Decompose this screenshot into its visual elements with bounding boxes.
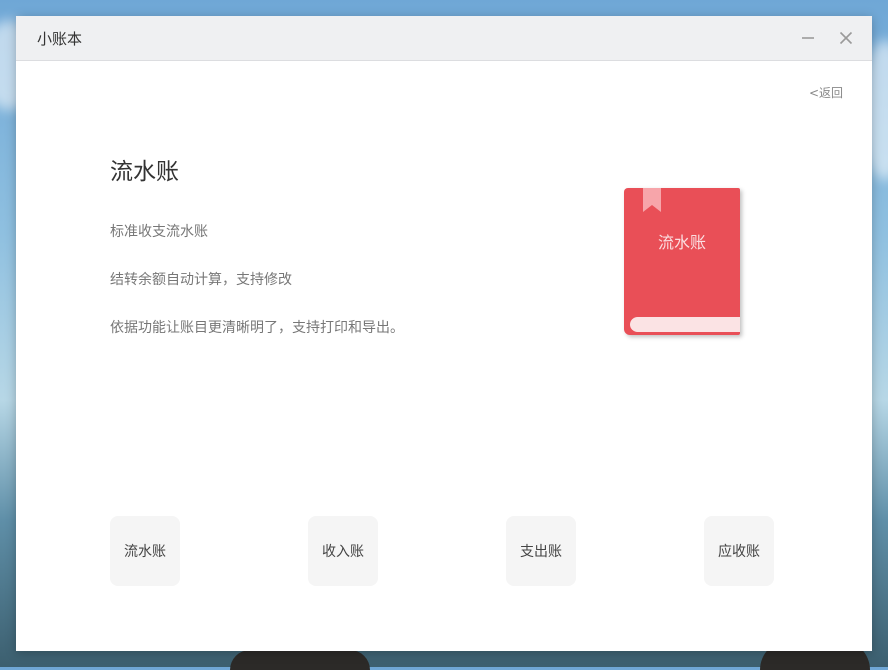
minimize-icon	[802, 37, 814, 39]
close-icon	[839, 31, 853, 45]
close-button[interactable]	[832, 24, 860, 52]
background-rock	[230, 650, 370, 670]
back-link[interactable]: <返回	[809, 84, 843, 101]
page-title: 流水账	[110, 159, 179, 185]
ledger-book-illustration: 流水账	[624, 188, 740, 335]
book-label: 流水账	[657, 233, 706, 252]
title-bar: 小账本	[16, 16, 872, 61]
expense-ledger-button[interactable]: 支出账	[506, 516, 576, 586]
description-line: 依据功能让账目更清晰明了，支持打印和导出。	[110, 320, 404, 336]
minimize-button[interactable]	[794, 24, 822, 52]
receivables-ledger-button[interactable]: 应收账	[704, 516, 774, 586]
income-ledger-button[interactable]: 收入账	[308, 516, 378, 586]
book-pages	[630, 317, 740, 332]
app-window: 小账本 <返回 流水账 标准收支流水账 结转余额自动计算，支持修改 依据功能让账…	[16, 16, 872, 651]
bookmark-ribbon-icon	[643, 188, 661, 212]
description-line: 标准收支流水账	[110, 224, 208, 240]
description-line: 结转余额自动计算，支持修改	[110, 272, 292, 288]
app-title: 小账本	[37, 30, 83, 48]
journal-ledger-button[interactable]: 流水账	[110, 516, 180, 586]
